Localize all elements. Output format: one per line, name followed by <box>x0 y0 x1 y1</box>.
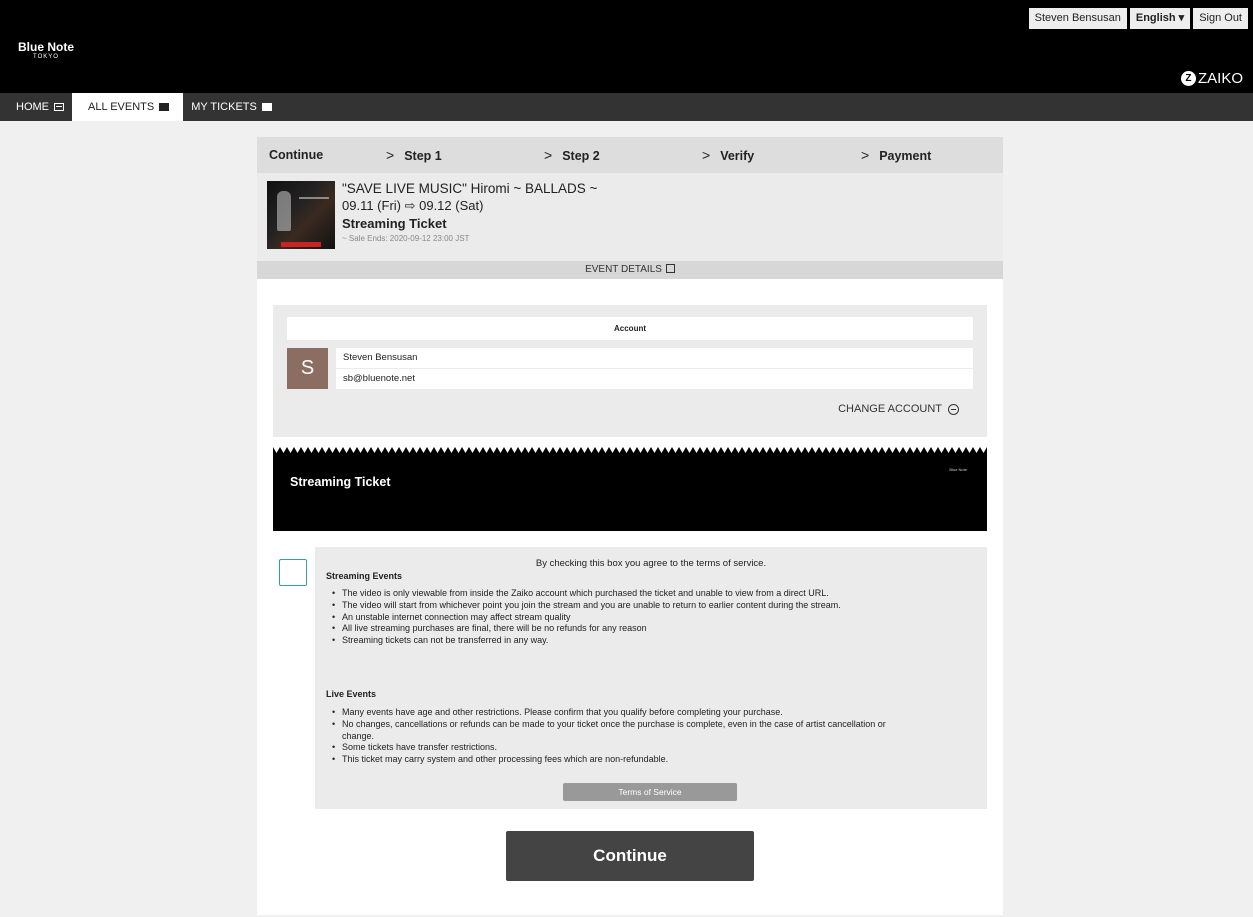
zigzag-edge <box>273 447 987 453</box>
thumbnail-banner <box>281 242 321 247</box>
list-item: The video is only viewable from inside t… <box>332 588 841 600</box>
step-payment[interactable]: > Payment <box>861 137 931 174</box>
chevron-right-icon: > <box>861 147 870 163</box>
checkout-panel: Continue > Step 1 > Step 2 > Verify > Paymen… <box>257 137 1003 915</box>
chevron-right-icon: > <box>386 147 395 163</box>
nav-my-tickets-label: MY TICKETS <box>191 101 257 113</box>
home-icon <box>54 103 64 111</box>
list-item: The video will start from whichever poin… <box>332 600 841 612</box>
list-item: Some tickets have transfer restrictions. <box>332 742 886 754</box>
list-item: No changes, cancellations or refunds can… <box>332 719 886 731</box>
live-events-heading: Live Events <box>326 689 377 699</box>
list-item: Many events have age and other restricti… <box>332 707 886 719</box>
step-verify-label: Verify <box>720 149 755 163</box>
nav-all-events[interactable]: ALL EVENTS <box>72 93 184 121</box>
list-item: All live streaming purchases are final, … <box>332 623 841 635</box>
blue-note-logo[interactable]: Blue Note TOKYO <box>18 41 74 62</box>
streaming-events-heading: Streaming Events <box>326 571 403 581</box>
top-header: Blue Note TOKYO Steven Bensusan English … <box>0 0 1253 93</box>
thumbnail-text <box>299 197 329 213</box>
tickets-icon <box>261 103 272 111</box>
terms-checkbox[interactable] <box>279 559 307 586</box>
thumbnail-figure <box>277 191 291 231</box>
terms-of-service-button[interactable]: Terms of Service <box>563 783 737 801</box>
event-details-link[interactable]: EVENT DETAILS <box>257 261 1003 279</box>
account-email: sb@bluenote.net <box>336 369 973 389</box>
list-item-continuation: change. <box>342 730 375 741</box>
event-thumbnail <box>267 181 335 249</box>
list-item: Streaming tickets can not be transferred… <box>332 635 841 647</box>
account-header: Account <box>287 317 973 340</box>
step-1-label: Step 1 <box>404 149 442 163</box>
zaiko-label: ZAIKO <box>1197 70 1243 87</box>
continue-button[interactable]: Continue <box>506 831 754 881</box>
language-select[interactable]: English ▾ <box>1129 8 1191 29</box>
sale-ends: ~ Sale Ends: 2020-09-12 23:00 JST <box>342 234 470 243</box>
checkout-steps: Continue > Step 1 > Step 2 > Verify > Paymen… <box>257 137 1003 173</box>
nav-home[interactable]: HOME <box>0 93 72 121</box>
nav-home-label: HOME <box>16 101 49 113</box>
step-2[interactable]: > Step 2 <box>544 137 600 174</box>
event-details-label: EVENT DETAILS <box>585 264 662 275</box>
step-payment-label: Payment <box>879 149 932 163</box>
nav-my-tickets[interactable]: MY TICKETS <box>183 93 280 121</box>
nav-all-events-label: ALL EVENTS <box>88 101 155 113</box>
ticket-logo: Blue Note <box>949 467 967 472</box>
step-continue[interactable]: Continue <box>269 137 323 173</box>
sign-out-button[interactable]: Sign Out <box>1193 8 1248 29</box>
list-item: An unstable internet connection may affe… <box>332 612 841 624</box>
step-verify[interactable]: > Verify <box>702 137 754 174</box>
zaiko-logo[interactable]: Z ZAIKO <box>1180 70 1243 87</box>
event-title: "SAVE LIVE MUSIC" Hiromi ~ BALLADS ~ <box>342 181 598 196</box>
ticket-banner: Streaming Ticket Blue Note <box>273 447 987 531</box>
minus-circle-icon <box>948 403 959 415</box>
change-account-label: CHANGE ACCOUNT <box>838 403 942 415</box>
change-account-button[interactable]: CHANGE ACCOUNT <box>838 403 959 415</box>
user-name-button[interactable]: Steven Bensusan <box>1028 8 1127 29</box>
zaiko-icon: Z <box>1180 71 1196 86</box>
user-bar: Steven Bensusan English ▾ Sign Out <box>1028 8 1248 29</box>
avatar: S <box>287 348 328 389</box>
account-name: Steven Bensusan <box>336 348 973 368</box>
event-summary: "SAVE LIVE MUSIC" Hiromi ~ BALLADS ~ 09.… <box>257 173 1003 261</box>
event-info: "SAVE LIVE MUSIC" Hiromi ~ BALLADS ~ 09.… <box>342 181 597 243</box>
terms-box: By checking this box you agree to the te… <box>315 547 987 809</box>
ticket-icon <box>159 103 170 111</box>
account-section: Account S Steven Bensusan sb@bluenote.ne… <box>273 305 987 437</box>
event-dates: 09.11 (Fri) ⇨ 09.12 (Sat) <box>342 198 484 213</box>
streaming-events-list: The video is only viewable from inside t… <box>332 588 841 647</box>
step-2-label: Step 2 <box>562 149 600 163</box>
external-link-icon <box>665 264 675 273</box>
chevron-right-icon: > <box>702 147 711 163</box>
ticket-label: Streaming Ticket <box>290 475 391 489</box>
live-events-list: Many events have age and other restricti… <box>332 707 886 766</box>
main-nav: HOME ALL EVENTS MY TICKETS <box>0 93 1253 121</box>
step-1[interactable]: > Step 1 <box>386 137 442 174</box>
chevron-right-icon: > <box>544 147 553 163</box>
list-item: This ticket may carry system and other p… <box>332 754 886 766</box>
terms-agree-text: By checking this box you agree to the te… <box>535 558 767 569</box>
event-ticket-type: Streaming Ticket <box>342 216 447 231</box>
